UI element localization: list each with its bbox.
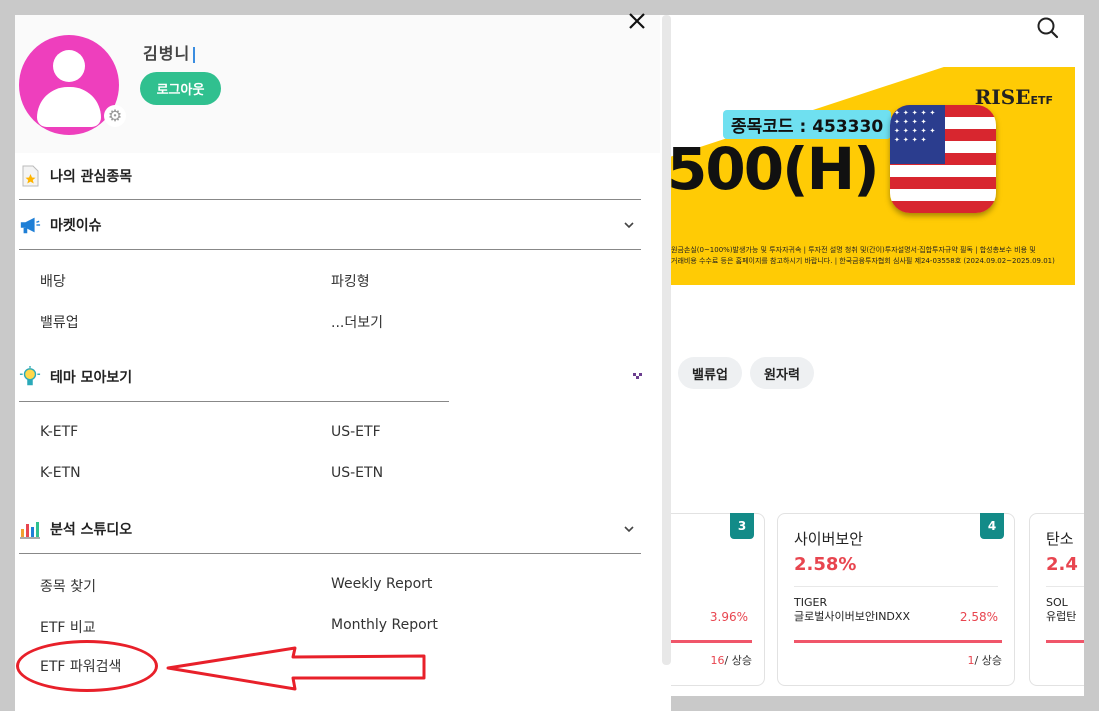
menu-item-more[interactable]: ...더보기 [331, 312, 383, 332]
menu-item-dividend[interactable]: 배당 [40, 271, 66, 291]
menu-section-watchlist[interactable]: 나의 관심종목 [19, 164, 132, 188]
divider [19, 249, 641, 250]
theme-name: 사이버보안 [794, 530, 864, 548]
fund-percent: 3.96% [709, 610, 748, 624]
rank-badge: 4 [980, 513, 1004, 539]
chip-value-up[interactable]: 밸류업 [678, 357, 742, 389]
fund-percent: 2.58% [959, 610, 998, 624]
theme-percent: 2.4 [1046, 554, 1078, 575]
close-button[interactable] [626, 10, 648, 32]
menu-item-parking[interactable]: 파킹형 [331, 271, 370, 291]
menu-item-monthly-report[interactable]: Monthly Report [331, 617, 438, 633]
divider [19, 553, 641, 554]
fund-name: TIGER 글로벌사이버보안INDXX [794, 596, 910, 623]
progress-bar [1046, 640, 1084, 643]
section-label: 나의 관심종목 [50, 169, 133, 185]
up-count: 1/ 상승 [967, 654, 1002, 667]
us-flag-icon: ✦✦✦✦✦ ✦✦✦✦ ✦✦✦✦✦ ✦✦✦✦ [890, 105, 996, 213]
menu-item-k-etn[interactable]: K-ETN [40, 465, 81, 481]
search-icon [1037, 17, 1059, 39]
avatar-body [37, 87, 101, 127]
divider [1046, 586, 1084, 587]
theme-card[interactable]: 탄소 2.4 SOL 유럽탄 [1029, 513, 1084, 686]
avatar-head [53, 50, 85, 82]
menu-section-analysis[interactable]: 분석 스튜디오 [19, 517, 132, 541]
menu-section-theme[interactable]: 테마 모아보기 [19, 365, 132, 389]
section-label: 분석 스튜디오 [50, 522, 133, 538]
settings-gear-icon[interactable]: ⚙ [104, 105, 126, 127]
theme-card[interactable]: 4 사이버보안 2.58% TIGER 글로벌사이버보안INDXX 2.58% … [777, 513, 1015, 686]
pixel-glyph-icon [633, 366, 643, 379]
rank-badge: 3 [730, 513, 754, 539]
menu-item-k-etf[interactable]: K-ETF [40, 424, 78, 440]
menu-item-us-etn[interactable]: US-ETN [331, 465, 383, 481]
menu-item-etf-compare[interactable]: ETF 비교 [40, 617, 96, 637]
fund-name: SOL 유럽탄 [1046, 596, 1077, 623]
annotation-circle [16, 640, 158, 692]
star-document-icon [19, 165, 41, 187]
banner-fine-print: 원금손실(0~100%)발생가능 및 투자자귀속 | 투자전 설명 청취 및(간… [671, 246, 1036, 254]
lightbulb-icon [19, 366, 41, 388]
menu-item-value-up[interactable]: 밸류업 [40, 312, 79, 332]
theme-percent: 2.58% [794, 554, 857, 575]
up-count: 16/ 상승 [710, 654, 752, 667]
banner-logo: RISEETF [974, 85, 1053, 109]
menu-scrollbar[interactable] [662, 15, 671, 665]
section-label: 테마 모아보기 [50, 370, 133, 386]
section-label: 마켓이슈 [50, 218, 102, 234]
divider [19, 199, 641, 200]
promo-banner[interactable]: RISEETF 종목코드 : 453330 500(H) ✦✦✦✦✦ ✦✦✦✦ … [665, 67, 1075, 285]
annotation-arrow-icon [166, 646, 426, 691]
chevron-down-icon[interactable] [622, 218, 636, 232]
progress-bar [794, 640, 1002, 643]
chip-nuclear[interactable]: 원자력 [750, 357, 814, 389]
divider [794, 586, 998, 587]
menu-item-weekly-report[interactable]: Weekly Report [331, 576, 432, 592]
theme-name: 탄소 [1046, 530, 1074, 548]
chevron-down-icon[interactable] [622, 522, 636, 536]
banner-title: 500(H) [667, 135, 880, 203]
menu-section-market-issue[interactable]: 마켓이슈 [19, 213, 102, 237]
megaphone-icon [19, 214, 41, 236]
menu-item-stock-search[interactable]: 종목 찾기 [40, 576, 96, 596]
divider [19, 401, 449, 402]
search-button[interactable] [1035, 15, 1061, 41]
bar-chart-icon [19, 518, 41, 540]
menu-item-us-etf[interactable]: US-ETF [331, 424, 381, 440]
banner-fine-print: 거래비용 수수료 등은 홈페이지를 참고하시기 바랍니다. | 한국금융투자협회… [671, 257, 1055, 265]
username: 김병니 [143, 40, 196, 64]
logout-button[interactable]: 로그아웃 [140, 72, 221, 105]
close-icon [629, 13, 645, 29]
